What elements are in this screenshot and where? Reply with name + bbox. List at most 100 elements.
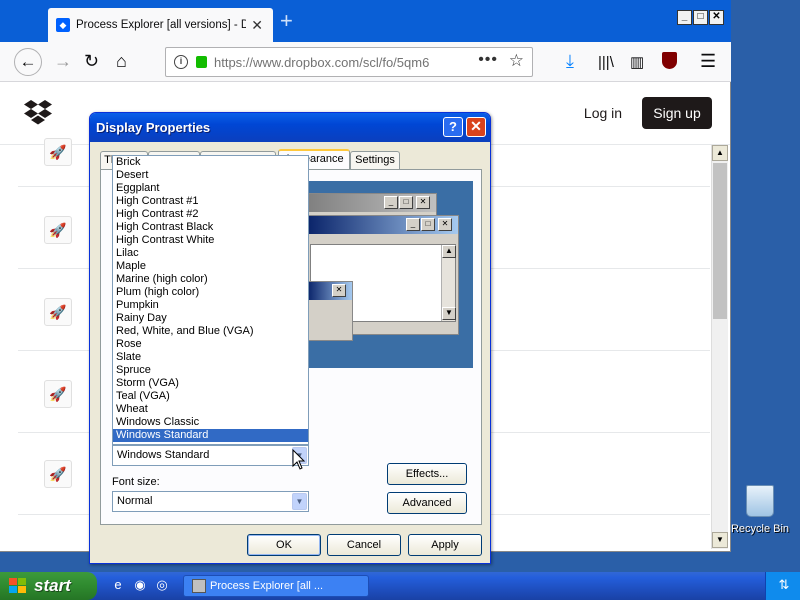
page-scrollbar[interactable]: ▲ ▼ [711,145,728,549]
tab-close-icon[interactable]: ✕ [251,17,263,34]
preview-close-icon: ✕ [416,196,430,209]
ok-button[interactable]: OK [247,534,321,556]
sidebar-icon[interactable]: ▥ [630,52,644,74]
scheme-option[interactable]: Lilac [113,247,308,260]
scheme-option[interactable]: Slate [113,351,308,364]
home-icon[interactable]: ⌂ [116,50,127,72]
scheme-option[interactable]: High Contrast White [113,234,308,247]
media-player-icon[interactable]: ◉ [132,577,148,593]
rocket-file-icon[interactable]: 🚀 [44,298,72,326]
start-button[interactable]: start [0,572,97,600]
scheme-option[interactable]: Marine (high color) [113,273,308,286]
color-scheme-dropdown-list[interactable]: Brick Desert Eggplant High Contrast #1 High … [112,155,309,445]
recycle-bin-icon [746,485,774,517]
preview-min-icon: _ [384,196,398,209]
close-window-button[interactable]: ✕ [709,10,724,25]
url-text[interactable]: https://www.dropbox.com/scl/fo/5qm6 [214,55,454,70]
process-explorer-icon [192,579,206,593]
scroll-down-icon[interactable]: ▼ [712,532,728,548]
help-button[interactable]: ? [443,117,463,137]
preview-close-icon: ✕ [438,218,452,231]
ublock-icon[interactable] [662,52,677,69]
apply-button[interactable]: Apply [408,534,482,556]
scheme-option[interactable]: High Contrast #2 [113,208,308,221]
scheme-option[interactable]: Pumpkin [113,299,308,312]
rocket-file-icon[interactable]: 🚀 [44,380,72,408]
chevron-down-icon[interactable]: ▼ [292,493,307,510]
rocket-file-icon[interactable]: 🚀 [44,460,72,488]
internet-explorer-icon[interactable]: e [110,577,126,593]
scheme-option[interactable]: Storm (VGA) [113,377,308,390]
scheme-option[interactable]: High Contrast #1 [113,195,308,208]
preview-scroll-up-icon: ▲ [442,245,456,258]
dialog-title: Display Properties [96,120,211,135]
nav-toolbar: ← → ↻ ⌂ i https://www.dropbox.com/scl/fo… [0,42,731,98]
font-size-label: Font size: [112,476,160,488]
preview-max-icon: □ [399,196,413,209]
dropbox-logo-icon[interactable] [24,100,52,126]
rocket-file-icon[interactable]: 🚀 [44,216,72,244]
dialog-close-button[interactable]: ✕ [466,117,486,137]
maximize-button[interactable]: □ [693,10,708,25]
scheme-option[interactable]: Wheat [113,403,308,416]
recycle-bin-label: Recycle Bin [730,523,790,535]
hamburger-menu-icon[interactable]: ☰ [700,50,716,72]
taskbar-item-label: Process Explorer [all ... [210,580,324,592]
page-actions-icon[interactable]: ••• [478,51,498,69]
scheme-option[interactable]: Eggplant [113,182,308,195]
scheme-option[interactable]: High Contrast Black [113,221,308,234]
scheme-option[interactable]: Desert [113,169,308,182]
scheme-option[interactable]: Rose [113,338,308,351]
font-size-value: Normal [117,495,153,507]
bookmark-star-icon[interactable]: ☆ [509,51,524,71]
preview-close-icon: ✕ [332,284,346,297]
tray-icon[interactable]: ⇅ [776,577,792,593]
back-arrow-icon[interactable]: ← [14,48,42,76]
taskbar-item-process-explorer[interactable]: Process Explorer [all ... [183,575,369,597]
color-scheme-select[interactable]: Windows Standard ▼ [112,445,309,466]
scheme-option[interactable]: Brick [113,156,308,169]
appearance-preview: _ □ ✕ _ □ ✕ ▲ ▼ ✕ [307,181,473,368]
recycle-bin[interactable]: Recycle Bin [730,485,790,535]
dropbox-favicon-icon: ◆ [56,18,70,32]
reload-icon[interactable]: ↻ [84,50,99,72]
scheme-option[interactable]: Red, White, and Blue (VGA) [113,325,308,338]
info-icon[interactable]: i [174,55,188,69]
scroll-thumb[interactable] [713,163,727,319]
login-button[interactable]: Log in [572,97,634,129]
browser-tab[interactable]: ◆ Process Explorer [all versions] - Dr ✕ [48,8,273,42]
tab-bar: ◆ Process Explorer [all versions] - Dr ✕… [0,0,731,42]
advanced-button[interactable]: Advanced [387,492,467,514]
preview-min-icon: _ [406,218,420,231]
effects-button[interactable]: Effects... [387,463,467,485]
tab-settings[interactable]: Settings [350,151,400,170]
scroll-up-icon[interactable]: ▲ [712,145,728,161]
scheme-option[interactable]: Windows Standard [113,429,308,442]
mouse-cursor-icon [292,449,306,470]
minimize-button[interactable]: _ [677,10,692,25]
font-size-select[interactable]: Normal ▼ [112,491,309,512]
preview-scroll-down-icon: ▼ [442,307,456,320]
preview-max-icon: □ [421,218,435,231]
library-icon[interactable]: |||\ [598,52,614,74]
lock-icon [196,56,207,68]
scheme-option[interactable]: Plum (high color) [113,286,308,299]
cancel-button[interactable]: Cancel [327,534,401,556]
scheme-option[interactable]: Spruce [113,364,308,377]
scheme-option[interactable]: Maple [113,260,308,273]
scheme-option[interactable]: Rainy Day [113,312,308,325]
signup-button[interactable]: Sign up [642,97,712,129]
system-tray: ⇅ [765,572,800,600]
forward-arrow-icon[interactable]: → [54,50,72,72]
dialog-titlebar[interactable]: Display Properties ? ✕ [90,113,490,142]
scheme-option[interactable]: Windows Classic [113,416,308,429]
new-tab-icon[interactable]: + [280,10,293,32]
scheme-option[interactable]: Teal (VGA) [113,390,308,403]
url-bar[interactable]: i https://www.dropbox.com/scl/fo/5qm6 ••… [165,47,533,77]
rocket-file-icon[interactable]: 🚀 [44,138,72,166]
color-scheme-value: Windows Standard [117,449,210,461]
download-icon[interactable]: ⤓ [566,50,574,72]
preview-message-box: ✕ [307,281,353,341]
firefox-icon[interactable]: ◎ [154,577,170,593]
preview-scrollbar: ▲ ▼ [441,245,456,321]
